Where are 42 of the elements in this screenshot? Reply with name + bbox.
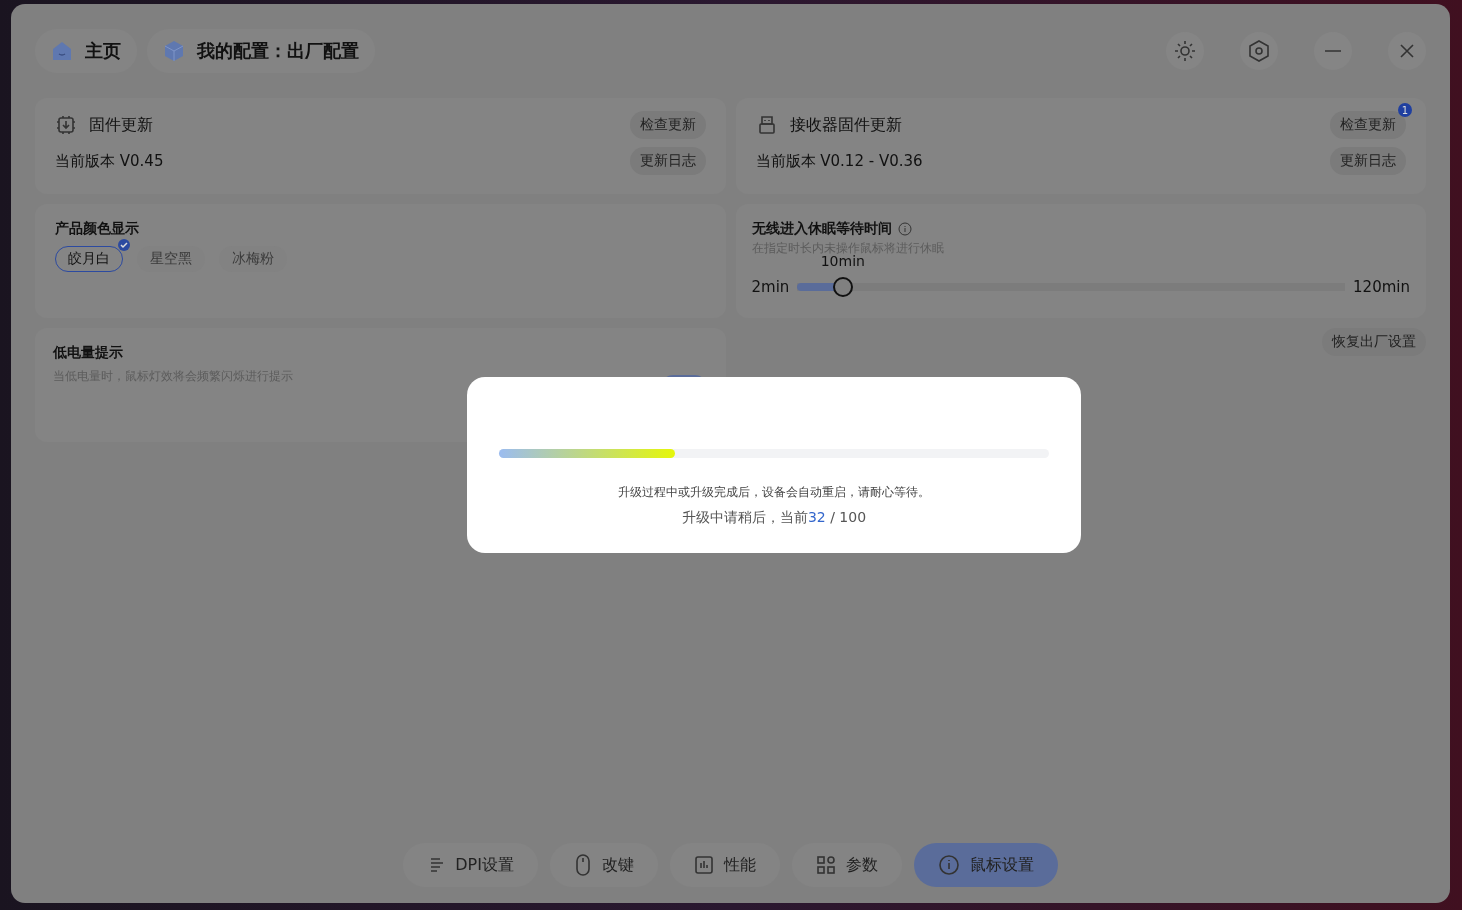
check-icon [118,239,130,251]
home-icon [51,40,73,62]
check-update-button[interactable]: 检查更新 [629,111,706,140]
nav-tab[interactable]: 鼠标设置 [913,843,1058,887]
changelog-button[interactable]: 更新日志 [1330,147,1406,176]
slider-value: 10min [820,253,865,269]
minimize-icon [1325,50,1341,52]
nav-tab[interactable]: 参数 [791,843,902,887]
color-option[interactable]: 皎月白 [55,246,123,272]
notification-badge: 1 [1398,103,1412,118]
close-button[interactable] [1388,32,1426,70]
version-text: 当前版本 V0.12 - V0.36 [755,151,923,171]
nav-tab[interactable]: 性能 [669,843,780,887]
reset-button[interactable]: 恢复出厂设置 [1322,328,1426,356]
slider-min: 2min [751,278,790,296]
nav-tab[interactable]: 改键 [549,843,658,887]
minimize-button[interactable] [1314,32,1352,70]
grid-icon [815,855,836,875]
brightness-button[interactable] [1166,32,1204,70]
card-title: 无线进入休眠等待时间 [751,220,1410,238]
upgrade-status: 升级中请稍后，当前32 / 100 [681,509,867,527]
header-tab[interactable]: 我的配置：出厂配置 [147,29,375,73]
slider-thumb[interactable] [832,277,853,297]
mouse-icon [573,853,592,877]
version-text: 当前版本 V0.45 [55,151,164,171]
info-icon [937,854,960,876]
card-title: 接收器固件更新 [789,114,902,136]
chart-icon [693,855,714,875]
changelog-button[interactable]: 更新日志 [629,147,706,176]
card-title: 固件更新 [89,114,153,136]
cube-icon [163,40,185,62]
chip-download-icon [55,114,77,137]
card-title: 产品颜色显示 [55,220,140,238]
settings-button[interactable] [1240,32,1278,70]
slider-max: 120min [1353,278,1410,296]
info-icon [897,222,912,236]
settings-icon [1247,39,1271,63]
nav-tab[interactable]: DPI设置 [403,843,538,887]
header-tab[interactable]: 主页 [35,29,137,73]
sun-icon [1173,39,1197,63]
card-title: 低电量提示 [53,344,124,362]
upgrade-note: 升级过程中或升级完成后，设备会自动重启，请耐心等待。 [618,484,930,501]
